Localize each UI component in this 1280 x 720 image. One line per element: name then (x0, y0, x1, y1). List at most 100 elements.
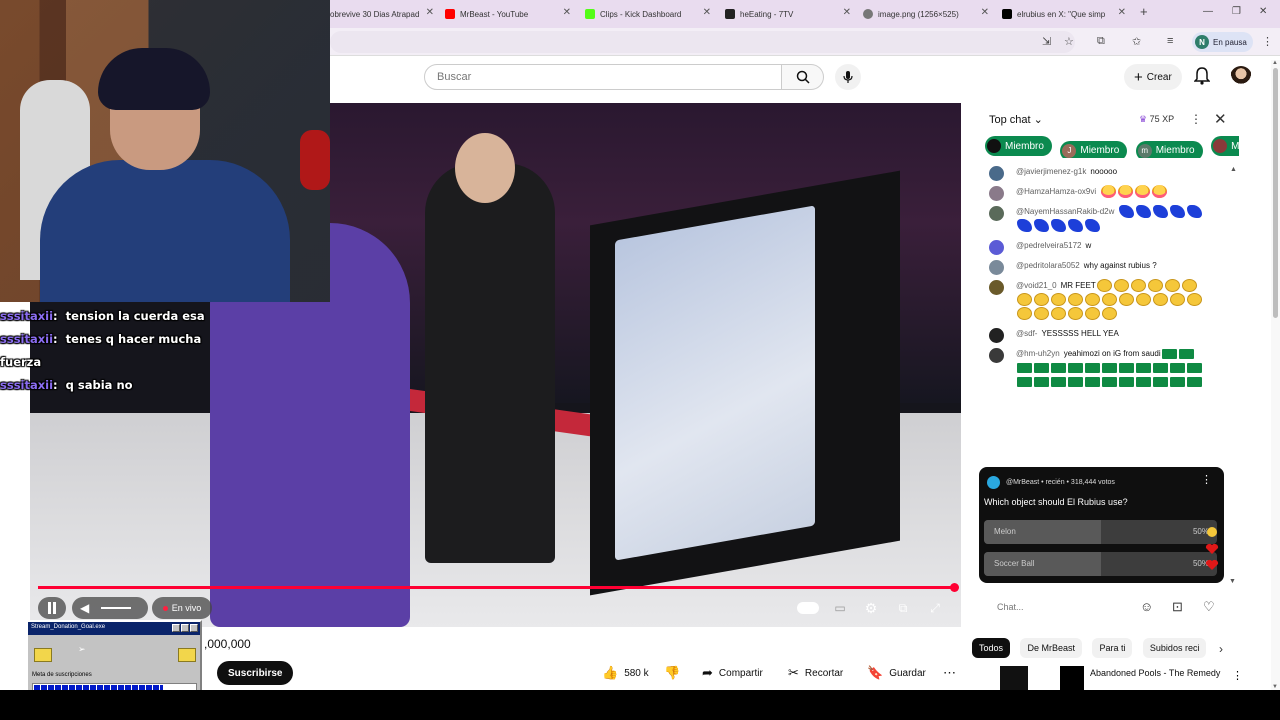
new-tab-button[interactable]: + (1140, 4, 1148, 19)
poll-option[interactable]: Melon 50% (984, 520, 1217, 544)
member-chip[interactable]: Miembro (985, 136, 1052, 156)
member-chip[interactable]: J Miembro (1060, 140, 1128, 158)
like-button[interactable]: 👍 580 k (602, 661, 649, 685)
live-indicator[interactable]: En vivo (152, 597, 212, 619)
create-button[interactable]: + Crear (1124, 64, 1182, 90)
flag-emoji-icon (1085, 376, 1100, 387)
extensions-icon[interactable]: ⧉ (1097, 35, 1105, 48)
super-chat-icon[interactable]: ⊡ (1172, 599, 1183, 615)
browser-tab[interactable]: Clips - Kick Dashboard ✕ (585, 3, 715, 25)
close-tab-icon[interactable]: ✕ (843, 7, 851, 18)
filter-chip-for-you[interactable]: Para ti (1092, 638, 1133, 658)
chat-author-avatar[interactable] (989, 328, 1004, 343)
browser-tab[interactable]: MrBeast - YouTube ✕ (445, 3, 575, 25)
browser-tab[interactable]: obrevive 30 Dias Atrapad ✕ (330, 3, 438, 25)
chat-author-avatar[interactable] (989, 280, 1004, 295)
xp-badge[interactable]: ♛ 75 XP (1139, 114, 1174, 125)
member-chip[interactable]: Mi (1211, 136, 1239, 156)
close-tab-icon[interactable]: ✕ (426, 7, 434, 18)
chat-author-avatar[interactable] (989, 206, 1004, 221)
close-tab-icon[interactable]: ✕ (703, 7, 711, 18)
minimize-icon[interactable]: — (1203, 6, 1213, 17)
recommended-video[interactable]: Abandoned Pools - The Remedy ⋮ (1000, 666, 1260, 690)
video-progress-bar[interactable] (38, 586, 957, 589)
close-tab-icon[interactable]: ✕ (1118, 7, 1126, 18)
search-button[interactable] (782, 64, 824, 90)
donation-goal-label: Meta de suscripciones (32, 672, 92, 678)
recommended-video-title: Abandoned Pools - The Remedy (1090, 668, 1221, 678)
chat-author[interactable]: @pedrelveira5172 (1016, 241, 1082, 250)
chat-author-avatar[interactable] (989, 240, 1004, 255)
chat-author[interactable]: @NayemHassanRakib-d2w (1016, 207, 1114, 216)
chat-author[interactable]: @javierjimenez-g1k (1016, 167, 1086, 176)
media-control-icon[interactable]: ≡ (1167, 35, 1173, 47)
chat-username: sssitaxii (0, 378, 54, 392)
chat-text: q sabia no (65, 378, 133, 392)
address-bar[interactable] (330, 31, 1075, 53)
install-app-icon[interactable]: ⇲ (1042, 35, 1051, 48)
clip-button[interactable]: ✂ Recortar (788, 661, 843, 685)
settings-gear-icon[interactable]: ⚙ (861, 597, 881, 619)
top-chat-dropdown[interactable]: Top chat ⌄ (989, 113, 1043, 126)
share-button[interactable]: ➦ Compartir (702, 661, 763, 685)
chevron-right-icon[interactable]: › (1219, 642, 1223, 656)
folder-icon (178, 648, 196, 662)
progress-scrubber[interactable] (950, 583, 959, 592)
chat-input[interactable]: Chat... ☺ ⊡ ♡ (977, 592, 1239, 624)
chat-author[interactable]: @HamzaHamza-ox9vi (1016, 187, 1096, 196)
browser-tab[interactable]: heEating - 7TV ✕ (725, 3, 855, 25)
chat-author-avatar[interactable] (989, 260, 1004, 275)
fullscreen-icon[interactable]: ⤢ (925, 597, 945, 619)
chat-author-avatar[interactable] (989, 186, 1004, 201)
subtitles-icon[interactable]: ▭ (830, 597, 850, 619)
maximize-icon[interactable]: ❐ (1232, 6, 1241, 17)
window-close-icon[interactable]: ✕ (1259, 6, 1267, 17)
scroll-down-icon[interactable]: ▼ (1229, 578, 1236, 585)
chat-menu-icon[interactable]: ⋮ (1190, 112, 1202, 126)
chip-label: Miembro (1155, 145, 1195, 156)
volume-control[interactable]: ◀ (72, 597, 148, 619)
poll-menu-icon[interactable]: ⋮ (1201, 473, 1212, 486)
close-tab-icon[interactable]: ✕ (981, 7, 989, 18)
bookmark-star-icon[interactable]: ☆ (1064, 35, 1074, 48)
filter-chip-channel[interactable]: De MrBeast (1020, 638, 1082, 658)
profile-button[interactable]: N En pausa (1192, 32, 1253, 52)
sad-emoji-icon (1136, 293, 1151, 307)
favorites-icon[interactable]: ✩ (1132, 35, 1141, 48)
autoplay-toggle[interactable] (796, 597, 820, 619)
browser-tab[interactable]: elrubius en X: "Que simp ✕ (1002, 3, 1130, 25)
heart-icon[interactable]: ♡ (1203, 599, 1215, 615)
pause-button[interactable] (38, 597, 66, 619)
close-chat-icon[interactable]: ✕ (1214, 110, 1227, 128)
miniplayer-icon[interactable]: ⧉ (893, 597, 913, 619)
voice-search-button[interactable] (835, 64, 861, 90)
chat-author[interactable]: @void21_0 (1016, 281, 1057, 290)
filter-chip-recent[interactable]: Subidos reci (1142, 638, 1207, 658)
chat-author[interactable]: @sdf- (1016, 329, 1037, 338)
browser-tab[interactable]: image.png (1256×525) ✕ (863, 3, 993, 25)
subscribe-button[interactable]: Suscribirse (217, 661, 294, 685)
chat-author-avatar[interactable] (989, 348, 1004, 363)
more-actions-button[interactable]: ⋯ (943, 661, 962, 685)
emoji-icon[interactable]: ☺ (1140, 599, 1153, 614)
volume-slider[interactable] (101, 607, 132, 609)
notifications-bell-icon[interactable] (1194, 67, 1210, 85)
close-tab-icon[interactable]: ✕ (563, 7, 571, 18)
dislike-button[interactable]: 👎 (664, 661, 686, 685)
filter-chip-all[interactable]: Todos (972, 638, 1011, 658)
7tv-favicon-icon (725, 9, 735, 19)
chat-author[interactable]: @pedritolara5052 (1016, 261, 1080, 270)
chat-author[interactable]: @hm-uh2yn (1016, 349, 1060, 358)
poll-option[interactable]: Soccer Ball 50% (984, 552, 1217, 576)
chat-author-avatar[interactable] (989, 166, 1004, 181)
video-menu-icon[interactable]: ⋮ (1232, 669, 1243, 682)
page-scrollbar[interactable]: ▲ ▼ (1271, 60, 1280, 690)
save-button[interactable]: 🔖 Guardar (867, 661, 926, 685)
search-input[interactable]: Buscar (424, 64, 782, 90)
scrollbar-thumb[interactable] (1273, 68, 1278, 318)
browser-menu-icon[interactable]: ⋮ (1262, 35, 1273, 48)
stream-chat-overlay: sssitaxii: tension la cuerda esa sssitax… (0, 305, 330, 397)
member-chip[interactable]: m Miembro (1135, 140, 1203, 158)
user-avatar[interactable] (1230, 66, 1252, 88)
scroll-up-arrow-icon[interactable]: ▲ (1272, 60, 1278, 66)
